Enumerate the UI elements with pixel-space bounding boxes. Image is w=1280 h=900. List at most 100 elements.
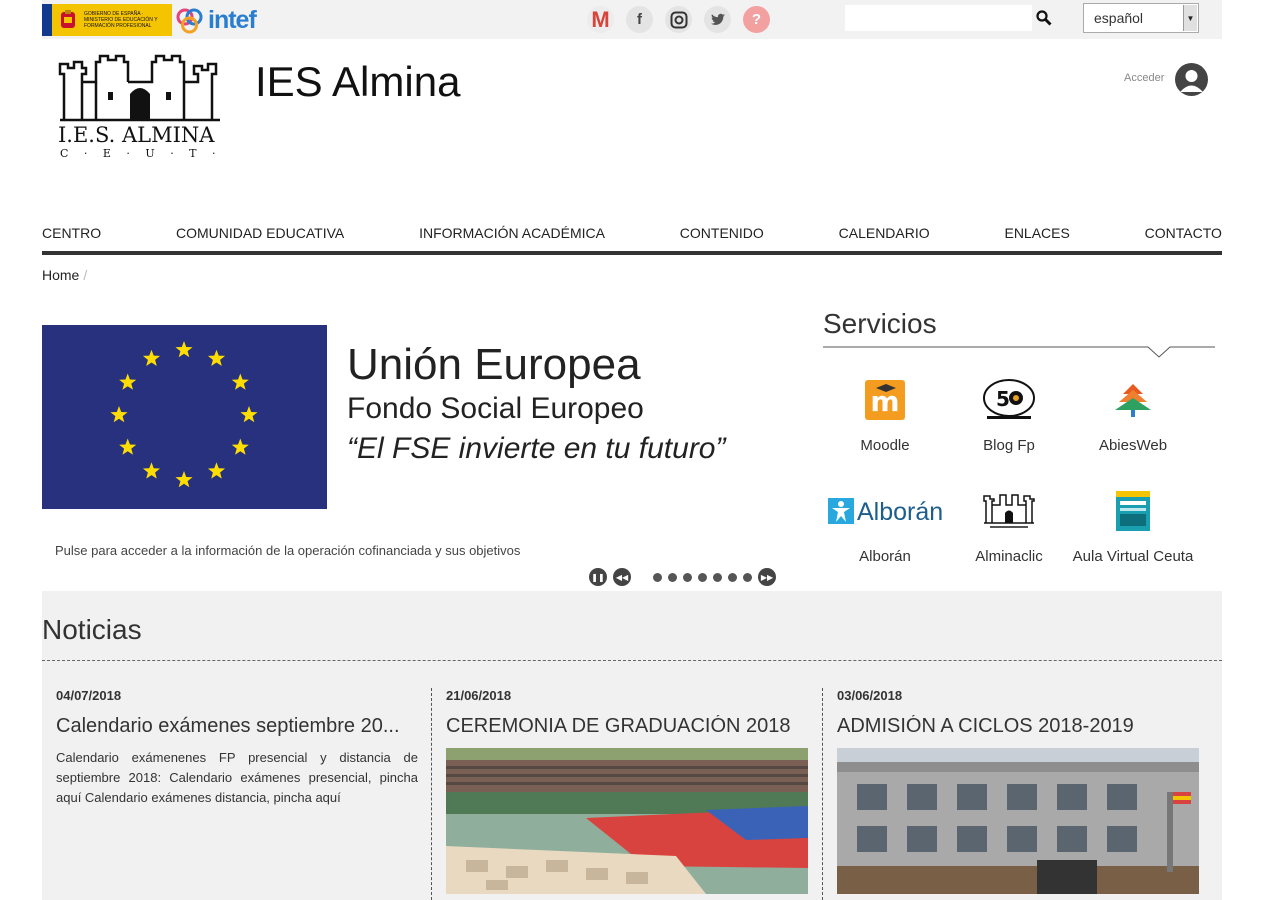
eu-star-icon <box>231 438 249 455</box>
logo-subtext: C · E · U · T · A <box>60 147 228 160</box>
graduation-photo[interactable] <box>446 748 808 894</box>
eu-star-icon <box>231 373 249 390</box>
slide-dot[interactable] <box>698 572 707 582</box>
slider-controls: ❚❚ ◀◀ ▶▶ <box>589 568 782 586</box>
next-icon[interactable]: ▶▶ <box>758 568 776 586</box>
service-alboran[interactable]: Alborán Alborán <box>823 486 947 565</box>
news-body: Calendario exámenenes FP presencial y di… <box>56 750 418 805</box>
news-column-separator <box>822 688 823 900</box>
slide-dot[interactable] <box>668 572 677 582</box>
service-label: Blog Fp <box>983 437 1035 454</box>
language-selected-value: español <box>1094 10 1144 26</box>
service-label: AbiesWeb <box>1098 437 1168 454</box>
user-icon <box>1180 70 1203 92</box>
search-input[interactable] <box>845 5 1032 31</box>
castle-logo-icon: I.E.S. ALMINA C · E · U · T · A <box>58 54 239 160</box>
moodle-icon: m <box>823 375 947 425</box>
eu-flag-image <box>42 325 327 509</box>
social-links: M f ? <box>587 6 770 33</box>
service-label: Alminaclic <box>975 548 1043 565</box>
nav-item-informacion-academica[interactable]: INFORMACIÓN ACADÉMICA <box>419 225 605 243</box>
news-title[interactable]: CEREMONIA DE GRADUACIÓN 2018 <box>446 715 808 738</box>
slide-quote: “El FSE invierte en tu futuro” <box>347 432 726 465</box>
help-icon[interactable]: ? <box>743 6 770 33</box>
top-bar: Gobierno de España · Ministerio de Educa… <box>42 0 1222 39</box>
news-divider <box>42 660 1222 661</box>
slide-dot[interactable] <box>653 572 662 582</box>
intef-logo[interactable]: intef <box>175 5 257 35</box>
eu-star-icon <box>119 438 137 455</box>
slide-dot[interactable] <box>713 572 722 582</box>
eu-star-icon <box>142 349 161 366</box>
instagram-glyph-icon <box>670 11 687 28</box>
language-select[interactable]: español ▼ <box>1083 3 1199 33</box>
news-date: 21/06/2018 <box>446 688 512 703</box>
nav-item-contenido[interactable]: CONTENIDO <box>680 225 764 243</box>
services-title: Servicios <box>823 308 937 339</box>
nav-item-centro[interactable]: CENTRO <box>42 225 101 243</box>
aula-virtual-icon <box>1071 486 1195 536</box>
slide-dots <box>653 572 758 582</box>
instagram-icon[interactable] <box>665 6 692 33</box>
slideshow[interactable]: Unión Europea Fondo Social Europeo “El F… <box>42 325 812 509</box>
twitter-bird-icon <box>710 13 725 25</box>
nav-item-contacto[interactable]: CONTACTO <box>1145 225 1222 243</box>
news-item[interactable]: 04/07/2018 Calendario exámenes septiembr… <box>56 688 418 808</box>
service-aula-virtual-ceuta[interactable]: Aula Virtual Ceuta <box>1071 486 1195 565</box>
slide-title: Unión Europea <box>347 340 641 389</box>
government-logo[interactable]: Gobierno de España · Ministerio de Educa… <box>42 4 172 36</box>
slide-caption[interactable]: Pulse para acceder a la información de l… <box>55 543 520 558</box>
school-building-photo[interactable] <box>837 748 1199 894</box>
service-moodle[interactable]: m Moodle <box>823 375 947 454</box>
slide-dot[interactable] <box>743 572 752 582</box>
eu-star-icon <box>142 462 161 479</box>
breadcrumb: Home / <box>42 267 87 283</box>
breadcrumb-home[interactable]: Home <box>42 267 79 283</box>
news-date: 04/07/2018 <box>56 688 122 703</box>
previous-icon[interactable]: ◀◀ <box>613 568 631 586</box>
alboran-icon: Alborán <box>823 486 947 536</box>
service-blog-fp[interactable]: 5 Blog Fp <box>947 375 1071 454</box>
service-label: Aula Virtual Ceuta <box>1072 548 1194 565</box>
user-avatar[interactable] <box>1175 63 1208 96</box>
gmail-icon[interactable]: M <box>587 6 614 33</box>
facebook-icon[interactable]: f <box>626 6 653 33</box>
news-item[interactable]: 21/06/2018 CEREMONIA DE GRADUACIÓN 2018 <box>446 688 808 894</box>
slide-dot[interactable] <box>683 572 692 582</box>
nav-item-calendario[interactable]: CALENDARIO <box>839 225 930 243</box>
news-column-separator <box>431 688 432 900</box>
news-title[interactable]: ADMISIÓN A CICLOS 2018-2019 <box>837 715 1199 738</box>
nav-item-comunidad-educativa[interactable]: COMUNIDAD EDUCATIVA <box>176 225 344 243</box>
twitter-icon[interactable] <box>704 6 731 33</box>
eu-star-icon <box>110 406 128 423</box>
pause-icon[interactable]: ❚❚ <box>589 568 607 586</box>
nav-item-enlaces[interactable]: ENLACES <box>1004 225 1069 243</box>
slide-subtitle: Fondo Social Europeo <box>347 392 644 425</box>
government-logo-text: Gobierno de España · Ministerio de Educa… <box>84 11 158 29</box>
news-item[interactable]: 03/06/2018 ADMISIÓN A CICLOS 2018-2019 <box>837 688 1199 894</box>
news-heading: Noticias <box>42 614 142 645</box>
slide-text: Unión Europea Fondo Social Europeo “El F… <box>347 325 807 466</box>
service-label: Alborán <box>859 548 911 565</box>
eu-star-icon <box>207 349 226 366</box>
eu-star-icon <box>119 373 137 390</box>
news-title[interactable]: Calendario exámenes septiembre 20... <box>56 715 418 738</box>
eu-star-icon <box>175 471 193 488</box>
service-alminaclic[interactable]: Alminaclic <box>947 486 1071 565</box>
slide-dot[interactable] <box>728 572 737 582</box>
eu-star-icon <box>240 406 258 423</box>
intef-text: intef <box>208 5 257 34</box>
login-link[interactable]: Acceder <box>1124 72 1164 84</box>
eu-star-icon <box>207 462 226 479</box>
search-button[interactable] <box>1034 8 1054 28</box>
alboran-logo-text: Alborán <box>857 498 943 526</box>
news-date: 03/06/2018 <box>837 688 903 703</box>
abiesweb-icon <box>1071 375 1195 425</box>
school-logo[interactable]: I.E.S. ALMINA C · E · U · T · A <box>56 52 239 160</box>
chevron-down-icon[interactable]: ▼ <box>1183 5 1197 31</box>
service-abiesweb[interactable]: AbiesWeb <box>1071 375 1195 454</box>
site-title[interactable]: IES Almina <box>255 58 460 106</box>
breadcrumb-separator: / <box>83 267 88 283</box>
eu-stars-icon <box>110 341 258 488</box>
logo-text: I.E.S. ALMINA <box>58 123 215 147</box>
